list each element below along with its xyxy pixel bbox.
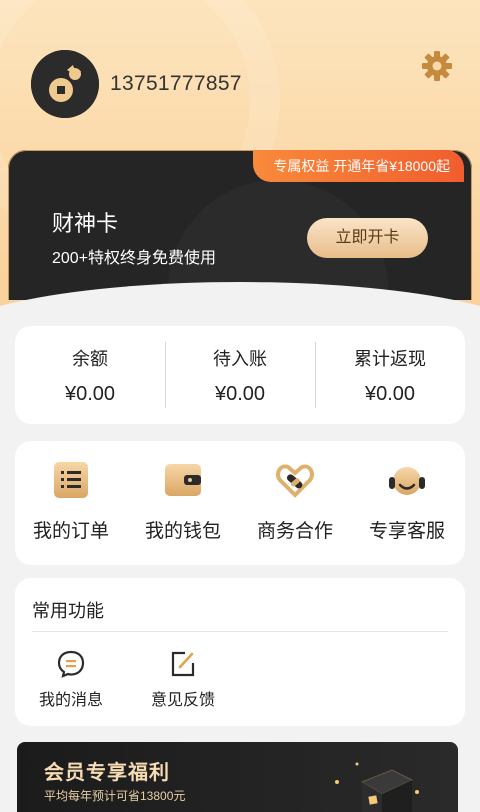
stat-pending[interactable]: 待入账 ¥0.00: [165, 326, 315, 424]
common-item-label: 意见反馈: [150, 692, 215, 709]
stat-value: ¥0.00: [64, 383, 116, 405]
my-wallet-button[interactable]: 我的钱包: [127, 441, 239, 565]
phone-number: 13751777857: [110, 72, 242, 95]
stat-balance[interactable]: 余额 ¥0.00: [15, 326, 165, 424]
balance-panel: 余额 ¥0.00 待入账 ¥0.00 累计返现 ¥0.00: [15, 326, 465, 424]
stat-label: 待入账: [213, 349, 267, 369]
profile-header: 13751777857 专属权益 开通年省¥18000起 财神卡 200+特权终…: [0, 0, 480, 310]
gift-box-illustration: [317, 752, 427, 812]
divider: [32, 631, 448, 632]
card-title: 财神卡: [52, 211, 119, 236]
customer-service-button[interactable]: 专享客服: [351, 441, 463, 565]
business-cooperation-button[interactable]: 商务合作: [239, 441, 351, 565]
handshake-icon: [276, 461, 314, 499]
card-subtitle: 200+特权终身免费使用: [52, 250, 217, 267]
stat-value: ¥0.00: [364, 383, 416, 405]
feedback-icon: [169, 650, 197, 678]
open-card-button[interactable]: 立即开卡: [307, 218, 428, 258]
wallet-icon: [164, 461, 202, 499]
stat-value: ¥0.00: [214, 383, 266, 405]
message-icon: [57, 650, 85, 678]
quick-action-label: 我的钱包: [144, 521, 221, 542]
my-messages-button[interactable]: 我的消息: [21, 644, 121, 716]
quick-action-label: 专享客服: [368, 521, 445, 542]
promo-badge: 专属权益 开通年省¥18000起: [253, 150, 464, 182]
quick-action-label: 商务合作: [256, 521, 333, 542]
customer-service-icon: [388, 461, 426, 499]
quick-action-label: 我的订单: [32, 521, 109, 542]
avatar[interactable]: [31, 50, 99, 118]
my-orders-button[interactable]: 我的订单: [15, 441, 127, 565]
banner-title: 会员专享福利: [44, 762, 170, 784]
avatar-coin-icon: [31, 50, 99, 118]
settings-gear-icon[interactable]: [421, 50, 453, 82]
vip-card[interactable]: 专属权益 开通年省¥18000起 财神卡 200+特权终身免费使用 立即开卡: [8, 150, 472, 300]
stat-label: 累计返现: [354, 349, 426, 369]
common-item-label: 我的消息: [38, 692, 103, 709]
banner-subtitle: 平均每年预计可省13800元: [44, 789, 186, 803]
stat-label: 余额: [72, 349, 108, 369]
stat-cashback[interactable]: 累计返现 ¥0.00: [315, 326, 465, 424]
feedback-button[interactable]: 意见反馈: [133, 644, 233, 716]
section-title: 常用功能: [32, 601, 104, 621]
quick-actions-panel: 我的订单 我的钱包 商务合作 专享客服: [15, 441, 465, 565]
member-benefits-banner[interactable]: 会员专享福利 平均每年预计可省13800元: [17, 742, 458, 812]
common-functions-panel: 常用功能 我的消息 意见反馈: [15, 578, 465, 726]
order-list-icon: [52, 461, 90, 499]
